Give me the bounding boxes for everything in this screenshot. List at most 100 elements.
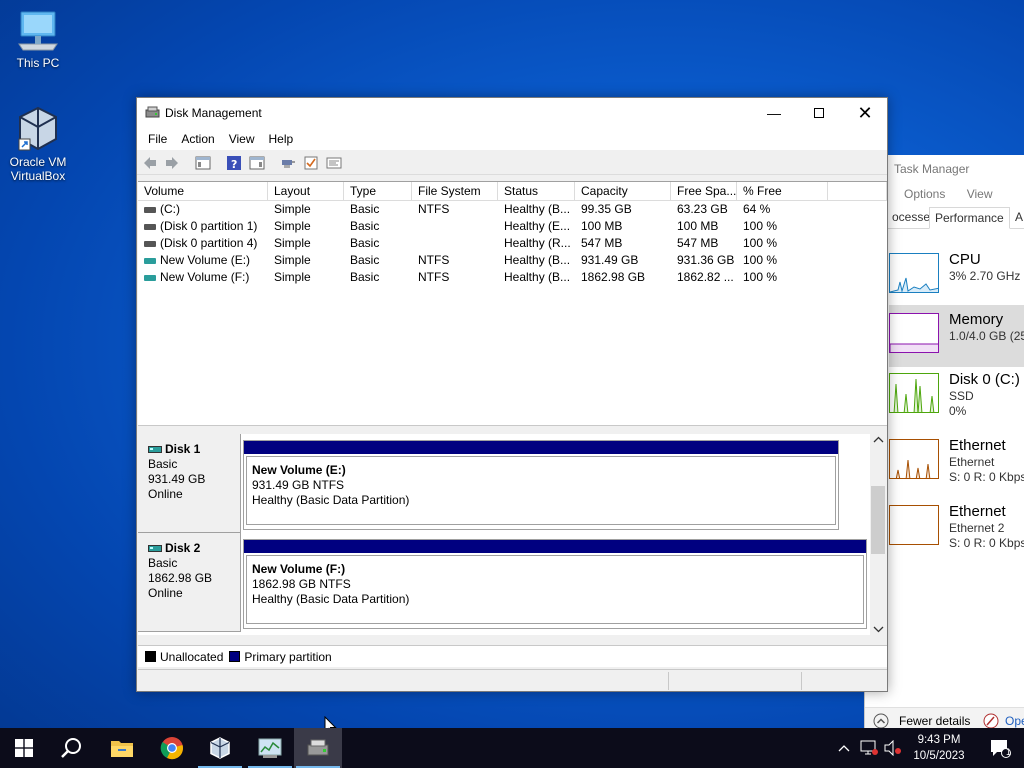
- partition-name: New Volume (F:): [252, 562, 346, 576]
- partition-e[interactable]: New Volume (E:) 931.49 GB NTFS Healthy (…: [243, 440, 839, 530]
- properties-icon[interactable]: [326, 155, 342, 171]
- column-layout[interactable]: Layout: [268, 182, 344, 200]
- close-button[interactable]: ✕: [842, 98, 888, 128]
- computer-icon: [18, 11, 58, 51]
- menu-file[interactable]: File: [141, 132, 174, 146]
- back-arrow-icon[interactable]: [142, 155, 158, 171]
- pane-splitter[interactable]: [138, 425, 887, 434]
- menu-action[interactable]: Action: [174, 132, 221, 146]
- taskbar-task-manager[interactable]: [246, 728, 294, 768]
- disk-graphical-view[interactable]: Disk 1 Basic 931.49 GB Online New Volume…: [138, 434, 887, 635]
- network-icon[interactable]: [860, 740, 878, 756]
- cell-type-text: Basic: [350, 219, 380, 233]
- volume-list[interactable]: Volume Layout Type File System Status Ca…: [138, 181, 887, 425]
- column-free-space[interactable]: Free Spa...: [671, 182, 737, 200]
- desktop-icon-this-pc[interactable]: This PC: [0, 10, 76, 70]
- cell-capacity: 1862.98 GB: [575, 269, 671, 286]
- minimize-button[interactable]: —: [751, 98, 797, 128]
- column-volume[interactable]: Volume: [138, 182, 268, 200]
- table-row[interactable]: (Disk 0 partition 1) Simple Basic Healthy (…: [138, 218, 887, 235]
- disk-row-1[interactable]: Disk 1 Basic 931.49 GB Online New Volume…: [138, 434, 870, 533]
- forward-arrow-icon[interactable]: [164, 155, 180, 171]
- chevron-up-icon[interactable]: [838, 744, 850, 752]
- menu-view[interactable]: View: [222, 132, 262, 146]
- perf-item-cpu[interactable]: CPU 3% 2.70 GHz: [889, 245, 1024, 307]
- disk-label[interactable]: Disk 1 Basic 931.49 GB Online: [138, 434, 241, 533]
- disk-state: Online: [148, 586, 183, 600]
- cell-type-text: Basic: [350, 270, 380, 284]
- taskbar: 9:43 PM 10/5/2023 1: [0, 728, 1024, 768]
- disk-row-2[interactable]: Disk 2 Basic 1862.98 GB Online New Volum…: [138, 533, 870, 632]
- primary-swatch: [229, 651, 241, 662]
- cell-percent-free-text: 100 %: [743, 270, 778, 284]
- taskbar-file-explorer[interactable]: [98, 728, 146, 768]
- chevron-down-icon[interactable]: [873, 625, 884, 633]
- table-row[interactable]: New Volume (F:) Simple Basic NTFS Healthy (B…: [138, 269, 887, 286]
- desktop-icon-label: Oracle VM VirtualBox: [9, 155, 67, 183]
- table-row[interactable]: New Volume (E:) Simple Basic NTFS Healthy (B…: [138, 252, 887, 269]
- perf-item-memory[interactable]: Memory 1.0/4.0 GB (25%: [889, 305, 1024, 367]
- perf-item-ethernet-2[interactable]: Ethernet Ethernet 2 S: 0 R: 0 Kbps: [889, 497, 1024, 559]
- partition-f[interactable]: New Volume (F:) 1862.98 GB NTFS Healthy …: [243, 539, 867, 629]
- perf-item-rate: S: 0 R: 0 Kbps: [949, 470, 1024, 484]
- column-capacity[interactable]: Capacity: [575, 182, 671, 200]
- disk-size: 931.49 GB: [148, 472, 206, 486]
- search-button[interactable]: [48, 728, 96, 768]
- cell-layout-text: Simple: [274, 219, 311, 233]
- desktop-icon-virtualbox[interactable]: Oracle VM VirtualBox: [0, 105, 76, 183]
- disk-management-window[interactable]: Disk Management — ✕ File Action View Hel…: [136, 97, 888, 692]
- tab-performance[interactable]: Performance: [929, 207, 1010, 229]
- window-title: Disk Management: [165, 106, 262, 120]
- action-center-button[interactable]: 1: [976, 728, 1024, 768]
- column-status[interactable]: Status: [498, 182, 575, 200]
- column-file-system[interactable]: File System: [412, 182, 498, 200]
- cell-free-space-text: 547 MB: [677, 236, 719, 250]
- system-tray: [838, 728, 902, 768]
- windows-logo-icon: [15, 739, 33, 757]
- checklist-icon[interactable]: [303, 155, 319, 171]
- chevron-up-icon[interactable]: [873, 436, 884, 444]
- folder-icon: [111, 741, 133, 757]
- fewer-details-link[interactable]: Fewer details: [899, 714, 970, 728]
- task-manager-tabs: ocesses Performance A: [865, 205, 1024, 229]
- cell-volume: (C:): [138, 201, 268, 218]
- cell-file-system-text: NTFS: [418, 253, 450, 267]
- open-resource-monitor-link[interactable]: Ope: [1005, 714, 1024, 728]
- taskbar-virtualbox[interactable]: [196, 728, 244, 768]
- task-manager-window[interactable]: Task Manager Options View ocesses Perfor…: [864, 155, 1024, 733]
- table-row[interactable]: (Disk 0 partition 4) Simple Basic Healthy (…: [138, 235, 887, 252]
- taskbar-clock[interactable]: 9:43 PM 10/5/2023: [906, 732, 972, 764]
- column-percent-free[interactable]: % Free: [737, 182, 828, 200]
- console-tree-icon[interactable]: [195, 155, 211, 171]
- connect-icon[interactable]: [280, 155, 296, 171]
- cell-capacity-text: 1862.98 GB: [581, 270, 646, 284]
- start-button[interactable]: [0, 728, 48, 768]
- resource-monitor-icon[interactable]: [983, 713, 999, 729]
- help-icon[interactable]: ?: [226, 155, 242, 171]
- perf-item-disk[interactable]: Disk 0 (C:) SSD 0%: [889, 365, 1024, 427]
- disk-view-scrollbar[interactable]: [870, 434, 887, 635]
- volume-muted-icon[interactable]: [884, 740, 902, 756]
- perf-item-detail: SSD: [949, 389, 974, 403]
- perf-item-ethernet[interactable]: Ethernet Ethernet S: 0 R: 0 Kbps: [889, 431, 1024, 493]
- cell-file-system-text: NTFS: [418, 202, 450, 216]
- menu-options[interactable]: Options: [904, 187, 945, 201]
- maximize-icon: [814, 108, 824, 118]
- menu-help[interactable]: Help: [262, 132, 301, 146]
- tab-app-history[interactable]: A: [1010, 207, 1024, 229]
- menu-view[interactable]: View: [967, 187, 993, 201]
- maximize-button[interactable]: [796, 98, 842, 128]
- scrollbar-thumb[interactable]: [871, 486, 885, 554]
- title-bar[interactable]: Disk Management — ✕: [137, 98, 887, 128]
- cell-capacity: 931.49 GB: [575, 252, 671, 269]
- table-row[interactable]: (C:) Simple Basic NTFS Healthy (B... 99.35 GB…: [138, 201, 887, 218]
- column-type[interactable]: Type: [344, 182, 412, 200]
- cell-percent-free-text: 64 %: [743, 202, 771, 216]
- cell-status: Healthy (B...: [498, 269, 575, 286]
- taskbar-disk-management[interactable]: [294, 728, 342, 768]
- chevron-up-icon[interactable]: [873, 713, 889, 729]
- disk-label[interactable]: Disk 2 Basic 1862.98 GB Online: [138, 533, 241, 632]
- perf-item-detail: Ethernet 2: [949, 521, 1005, 535]
- taskbar-chrome[interactable]: [148, 728, 196, 768]
- action-pane-icon[interactable]: [249, 155, 265, 171]
